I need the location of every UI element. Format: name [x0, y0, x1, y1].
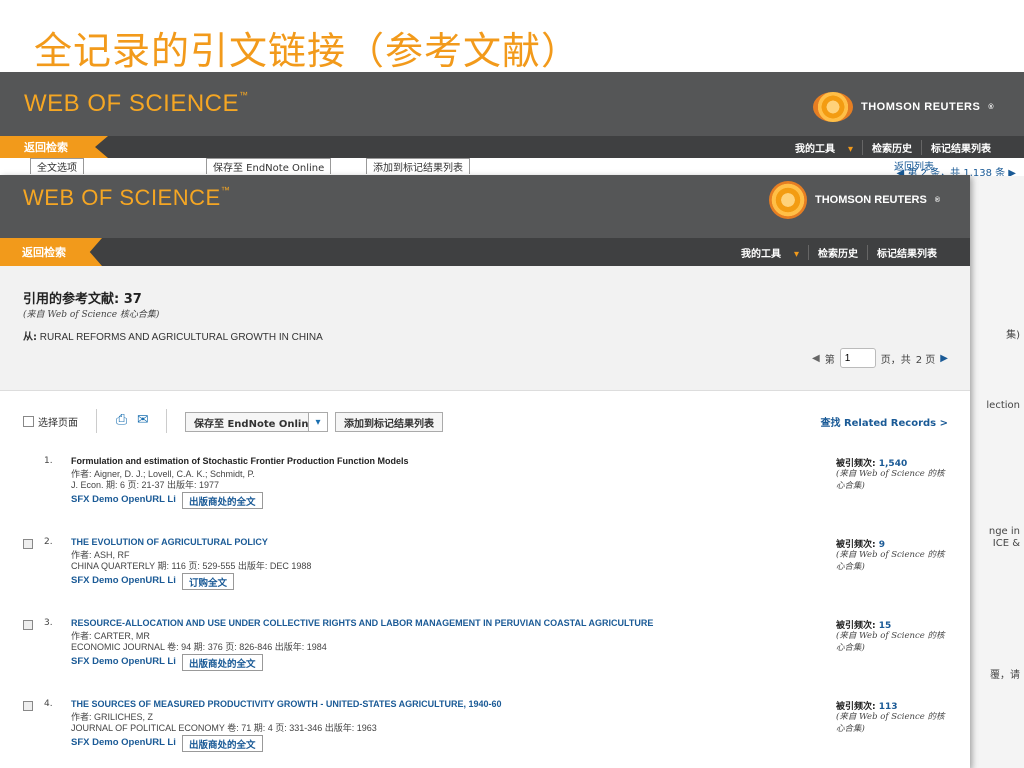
slide-title: 全记录的引文链接（参考文献）: [34, 29, 581, 73]
wos-header: WEB OF SCIENCE™ THOMSON REUTERS ®: [0, 72, 1024, 136]
fulltext-button[interactable]: 出版商处的全文: [182, 654, 263, 671]
times-cited-source: (来自 Web of Science 的核心合集): [836, 631, 945, 653]
related-records-link[interactable]: 查找 Related Records >: [820, 414, 948, 429]
back-right-text: lection: [986, 400, 1020, 411]
marked-list-link[interactable]: 标记结果列表: [867, 244, 946, 260]
nav-links: 我的工具 ▾ 检索历史 标记结果列表: [723, 238, 946, 266]
record-title-link[interactable]: THE EVOLUTION OF AGRICULTURAL POLICY: [71, 537, 268, 547]
divider: [166, 409, 167, 433]
thomson-reuters-logo: THOMSON REUTERS ®: [812, 92, 994, 122]
fulltext-button[interactable]: 出版商处的全文: [182, 735, 263, 752]
globe-icon: [812, 92, 853, 122]
wos-logo[interactable]: WEB OF SCIENCE™: [24, 90, 249, 118]
page-number-input[interactable]: [839, 348, 876, 368]
my-tools-menu[interactable]: 我的工具 ▾: [777, 140, 862, 155]
back-to-search-button[interactable]: 返回检索: [0, 238, 102, 266]
chevron-down-icon[interactable]: ▾: [308, 412, 328, 432]
back-right-text: ICE &: [992, 538, 1020, 549]
record-title-link[interactable]: THE SOURCES OF MEASURED PRODUCTIVITY GRO…: [71, 699, 502, 709]
page-title: 引用的参考文献: 37: [23, 292, 142, 307]
globe-icon: [768, 181, 807, 219]
record-number: 2.: [44, 537, 53, 547]
next-page-icon[interactable]: ▶: [940, 353, 948, 364]
sfx-link[interactable]: SFX Demo OpenURL Li: [71, 737, 176, 748]
nav-bar: 返回检索 我的工具 ▾ 检索历史 标记结果列表: [0, 136, 1024, 158]
record-checkbox[interactable]: [23, 539, 33, 549]
record-number: 1.: [44, 456, 53, 466]
nav-bar: 返回检索 我的工具 ▾ 检索历史 标记结果列表: [0, 238, 970, 266]
record-checkbox[interactable]: [23, 620, 33, 630]
back-right-text: 集): [1006, 330, 1020, 341]
nav-links: 我的工具 ▾ 检索历史 标记结果列表: [777, 136, 1000, 158]
record-source: J. Econ. 期: 6 页: 21-37 出版年: 1977: [71, 480, 220, 490]
chevron-down-icon: ▾: [793, 248, 799, 260]
times-cited-source: (来自 Web of Science 的核心合集): [836, 712, 945, 734]
divider: [96, 409, 97, 433]
back-right-column: 集) lection nge in ICE & 覆，请: [968, 176, 1024, 768]
back-right-text: nge in: [988, 526, 1020, 537]
select-page-label: 选择页面: [38, 418, 78, 429]
record-number: 4.: [44, 699, 53, 709]
fulltext-button[interactable]: 订购全文: [182, 573, 235, 590]
reference-record: 1. Formulation and estimation of Stochas…: [0, 456, 970, 526]
cited-references-header: 引用的参考文献: 37 (来自 Web of Science 核心合集) 从: …: [0, 266, 970, 391]
thomson-reuters-logo: THOMSON REUTERS ®: [768, 181, 940, 219]
wos-header: WEB OF SCIENCE™ THOMSON REUTERS ®: [0, 175, 970, 238]
reference-record: 3. RESOURCE-ALLOCATION AND USE UNDER COL…: [0, 618, 970, 688]
record-number: 3.: [44, 618, 53, 628]
print-icon[interactable]: ⎙: [116, 413, 127, 427]
record-source: ECONOMIC JOURNAL 卷: 94 期: 376 页: 826-846…: [71, 642, 327, 652]
chevron-down-icon: ▾: [847, 143, 853, 155]
results-toolbar: 选择页面 ⎙ ✉ 保存至 EndNote Online ▾ 添加到标记结果列表 …: [0, 409, 970, 435]
sfx-link[interactable]: SFX Demo OpenURL Li: [71, 494, 176, 505]
sfx-link[interactable]: SFX Demo OpenURL Li: [71, 656, 176, 667]
record-source: JOURNAL OF POLITICAL ECONOMY 卷: 71 期: 4 …: [71, 723, 377, 733]
record-title-link[interactable]: RESOURCE-ALLOCATION AND USE UNDER COLLEC…: [71, 618, 653, 628]
times-cited-source: (来自 Web of Science 的核心合集): [836, 550, 945, 572]
pager: ◀ 第 页，共 2 页 ▶: [812, 348, 948, 368]
search-history-link[interactable]: 检索历史: [862, 139, 921, 155]
my-tools-menu[interactable]: 我的工具 ▾: [723, 245, 808, 260]
sfx-link[interactable]: SFX Demo OpenURL Li: [71, 575, 176, 586]
wos-logo[interactable]: WEB OF SCIENCE™: [23, 185, 230, 211]
select-page-checkbox[interactable]: [23, 416, 34, 427]
fulltext-button[interactable]: 出版商处的全文: [182, 492, 263, 509]
reference-record: 4. THE SOURCES OF MEASURED PRODUCTIVITY …: [0, 699, 970, 768]
back-right-text: 覆，请: [990, 670, 1020, 681]
add-to-marked-list-button[interactable]: 添加到标记结果列表: [335, 412, 443, 432]
email-icon[interactable]: ✉: [137, 413, 149, 427]
page-label: 第: [824, 354, 835, 366]
prev-page-icon[interactable]: ◀: [812, 353, 820, 364]
record-title: Formulation and estimation of Stochastic…: [71, 456, 409, 466]
record-source: CHINA QUARTERLY 期: 116 页: 529-555 出版年: D…: [71, 561, 312, 571]
times-cited-source: (来自 Web of Science 的核心合集): [836, 469, 945, 491]
record-checkbox[interactable]: [23, 701, 33, 711]
from-record: 从: RURAL REFORMS AND AGRICULTURAL GROWTH…: [23, 332, 323, 343]
of-label: 页，共: [880, 354, 911, 366]
reference-record: 2. THE EVOLUTION OF AGRICULTURAL POLICY …: [0, 537, 970, 607]
search-history-link[interactable]: 检索历史: [808, 244, 867, 260]
foreground-screenshot: WEB OF SCIENCE™ THOMSON REUTERS ® 返回检索 我的…: [0, 175, 970, 768]
marked-list-link[interactable]: 标记结果列表: [921, 139, 1000, 155]
save-endnote-button[interactable]: 保存至 EndNote Online: [185, 412, 325, 432]
total-pages: 2 页: [915, 354, 936, 366]
source-note: (来自 Web of Science 核心合集): [23, 310, 160, 320]
back-to-search-button[interactable]: 返回检索: [0, 136, 108, 158]
